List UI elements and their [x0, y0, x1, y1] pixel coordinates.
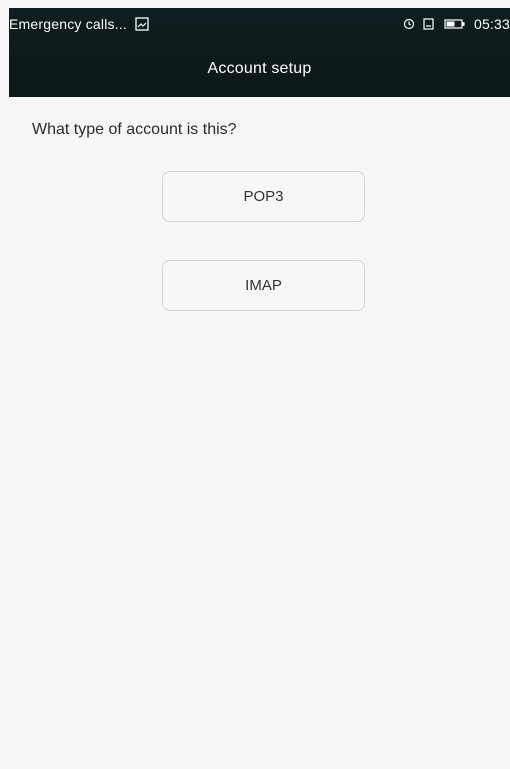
screen: Emergency calls... 05:33 Account setup W…: [0, 0, 510, 769]
sim-icon: [423, 18, 436, 30]
pop3-button-label: POP3: [243, 188, 284, 205]
top-bar: Emergency calls... 05:33 Account setup: [9, 8, 510, 97]
pop3-button[interactable]: POP3: [162, 171, 365, 222]
image-icon: [135, 17, 149, 31]
page-title: Account setup: [207, 60, 312, 77]
imap-button-label: IMAP: [245, 277, 282, 294]
battery-icon: [444, 18, 466, 30]
status-right: 05:33: [403, 16, 510, 32]
alarm-icon: [403, 18, 415, 30]
status-text: Emergency calls...: [9, 16, 127, 32]
status-left: Emergency calls...: [9, 16, 149, 32]
main-content: What type of account is this? POP3 IMAP: [9, 97, 510, 769]
imap-button[interactable]: IMAP: [162, 260, 365, 311]
account-type-prompt: What type of account is this?: [32, 121, 237, 138]
status-time: 05:33: [473, 16, 510, 32]
